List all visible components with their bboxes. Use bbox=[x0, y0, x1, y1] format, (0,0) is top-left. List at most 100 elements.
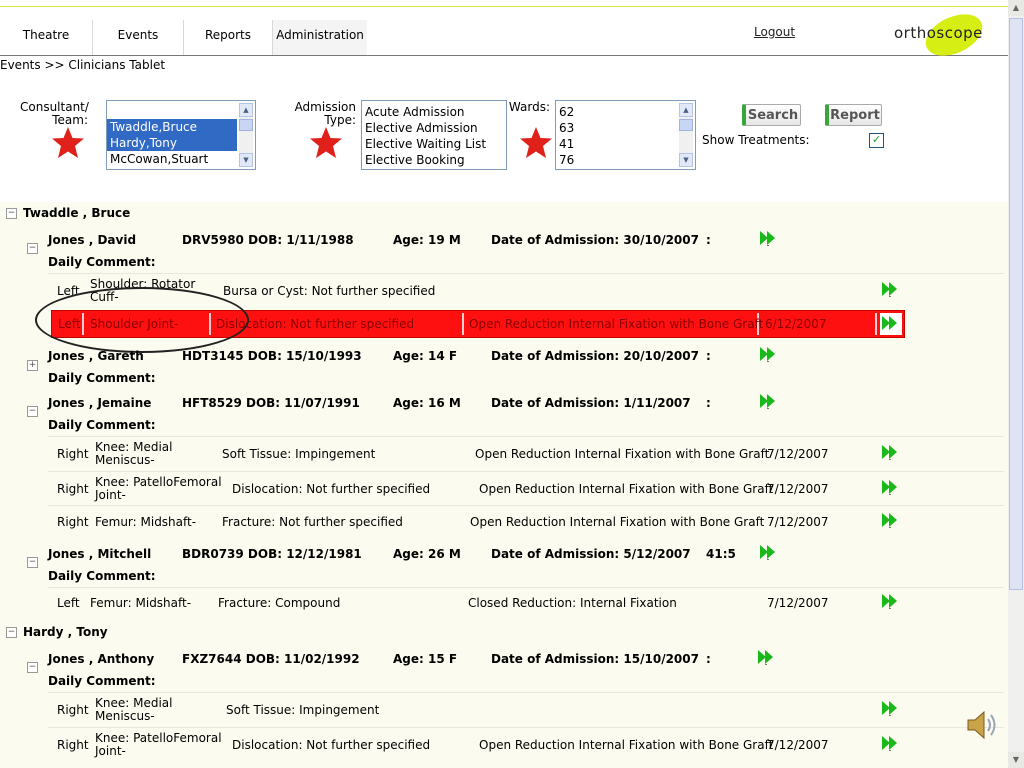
fast-forward-icon[interactable] bbox=[880, 478, 902, 496]
wards-listbox[interactable]: 62 63 41 76 ▲ ▼ bbox=[555, 100, 696, 170]
daily-comment-label: Daily Comment: bbox=[48, 569, 156, 583]
patient-name: Jones , David bbox=[48, 233, 137, 247]
collapse-icon[interactable]: − bbox=[27, 406, 38, 417]
consultant-option[interactable]: Twaddle,Bruce bbox=[107, 119, 237, 135]
scroll-up-icon[interactable]: ▲ bbox=[1008, 0, 1024, 16]
tab-administration[interactable]: Administration bbox=[273, 20, 367, 56]
treatment-diagnosis: Dislocation: Not further specified bbox=[232, 482, 431, 496]
treatment-procedure: Open Reduction Internal Fixation with Bo… bbox=[470, 515, 765, 529]
fast-forward-icon[interactable] bbox=[880, 592, 902, 610]
search-button[interactable]: Search bbox=[742, 104, 801, 126]
consultant-option[interactable] bbox=[107, 103, 255, 119]
logo-text: orthoscope bbox=[894, 24, 983, 42]
scroll-down-icon[interactable]: ▼ bbox=[1008, 752, 1024, 768]
admission-type-option[interactable]: Elective Admission bbox=[362, 120, 506, 136]
collapse-icon[interactable]: − bbox=[27, 557, 38, 568]
tab-theatre[interactable]: Theatre bbox=[0, 20, 93, 56]
patient-age: Age: 26 M bbox=[393, 547, 461, 561]
required-star-icon bbox=[310, 127, 342, 158]
patient-name: Jones , Anthony bbox=[48, 652, 155, 666]
speaker-icon[interactable] bbox=[964, 706, 1000, 744]
page-scrollbar[interactable]: ▲ ▼ bbox=[1008, 0, 1024, 768]
treatment-date: 6/12/2007 bbox=[765, 317, 827, 331]
consultant-label: Consultant/ Team: bbox=[20, 100, 89, 127]
treatment-procedure: Open Reduction Internal Fixation with Bo… bbox=[479, 738, 774, 752]
consultant-listbox[interactable]: Twaddle,Bruce Hardy,Tony McCowan,Stuart … bbox=[106, 100, 256, 170]
top-accent-line bbox=[0, 6, 1024, 7]
required-star-icon bbox=[520, 127, 552, 158]
patient-age: Age: 19 M bbox=[393, 233, 461, 247]
treatment-diagnosis: Bursa or Cyst: Not further specified bbox=[223, 284, 436, 298]
row-divider bbox=[48, 587, 1004, 588]
fast-forward-icon[interactable] bbox=[880, 314, 902, 332]
scroll-down-icon[interactable]: ▼ bbox=[239, 153, 253, 167]
collapse-icon[interactable]: − bbox=[27, 243, 38, 254]
annotation-oval bbox=[35, 287, 249, 353]
treatment-diagnosis: Fracture: Compound bbox=[218, 596, 341, 610]
treatment-procedure: Closed Reduction: Internal Fixation bbox=[468, 596, 677, 610]
admission-type-label: Admission Type: bbox=[294, 100, 356, 127]
scroll-up-icon[interactable]: ▲ bbox=[679, 103, 693, 117]
admission-type-listbox[interactable]: Acute Admission Elective Admission Elect… bbox=[361, 100, 507, 170]
required-star-icon bbox=[52, 127, 84, 158]
patient-admission-date: Date of Admission: 15/10/2007 bbox=[491, 652, 699, 666]
treatment-side: Right bbox=[57, 738, 89, 752]
fast-forward-icon[interactable] bbox=[880, 699, 902, 717]
show-treatments-checkbox[interactable]: ✓ bbox=[869, 133, 884, 148]
row-divider bbox=[48, 471, 1004, 472]
fast-forward-icon[interactable] bbox=[880, 280, 902, 298]
cell-separator bbox=[875, 313, 877, 335]
treatment-procedure: Open Reduction Internal Fixation with Bo… bbox=[475, 447, 770, 461]
collapse-icon[interactable]: − bbox=[27, 662, 38, 673]
scroll-thumb[interactable] bbox=[1009, 18, 1023, 590]
fast-forward-icon[interactable] bbox=[758, 392, 780, 410]
patient-id-dob: HDT3145 DOB: 15/10/1993 bbox=[182, 349, 362, 363]
fast-forward-icon[interactable] bbox=[758, 543, 780, 561]
consultant-group-header: Twaddle , Bruce bbox=[23, 206, 131, 220]
show-treatments-label: Show Treatments: bbox=[702, 133, 810, 147]
tab-events[interactable]: Events bbox=[93, 20, 184, 56]
fast-forward-icon[interactable] bbox=[756, 648, 778, 666]
treatment-procedure: Open Reduction Internal Fixation with Bo… bbox=[479, 482, 774, 496]
patient-admission-date: Date of Admission: 1/11/2007 bbox=[491, 396, 691, 410]
consultant-option[interactable]: Hardy,Tony bbox=[107, 135, 237, 151]
fast-forward-icon[interactable] bbox=[758, 345, 780, 363]
tab-reports[interactable]: Reports bbox=[184, 20, 273, 56]
admission-type-option[interactable]: Elective Waiting List bbox=[362, 136, 506, 152]
row-divider bbox=[48, 692, 1004, 693]
ward-option[interactable]: 63 bbox=[556, 120, 695, 136]
treatment-side: Right bbox=[57, 447, 89, 461]
treatment-date: 7/12/2007 bbox=[767, 738, 829, 752]
fast-forward-icon[interactable] bbox=[758, 229, 780, 247]
patient-age: Age: 14 F bbox=[393, 349, 458, 363]
treatment-diagnosis: Dislocation: Not further specified bbox=[232, 738, 431, 752]
scroll-thumb[interactable] bbox=[679, 119, 693, 131]
admission-type-option[interactable]: Acute Admission bbox=[362, 104, 506, 120]
fast-forward-icon[interactable] bbox=[880, 511, 902, 529]
logout-link[interactable]: Logout bbox=[754, 25, 795, 39]
report-button[interactable]: Report bbox=[825, 104, 882, 126]
wards-scrollbar[interactable]: ▲ ▼ bbox=[679, 103, 693, 167]
treatment-date: 7/12/2007 bbox=[767, 515, 829, 529]
scroll-thumb[interactable] bbox=[239, 119, 253, 131]
treatment-side: Right bbox=[57, 703, 89, 717]
ward-option[interactable]: 76 bbox=[556, 152, 695, 168]
collapse-icon[interactable]: − bbox=[6, 208, 17, 219]
scroll-up-icon[interactable]: ▲ bbox=[239, 103, 253, 117]
consultant-scrollbar[interactable]: ▲ ▼ bbox=[239, 103, 253, 167]
admission-type-option[interactable]: Elective Booking bbox=[362, 152, 506, 168]
consultant-option[interactable]: McCowan,Stuart bbox=[107, 151, 255, 167]
scroll-down-icon[interactable]: ▼ bbox=[679, 153, 693, 167]
collapse-icon[interactable]: − bbox=[6, 627, 17, 638]
treatment-site: Knee: PatelloFemoral Joint- bbox=[95, 731, 222, 758]
wards-label: Wards: bbox=[508, 100, 550, 114]
daily-comment-label: Daily Comment: bbox=[48, 674, 156, 688]
expand-icon[interactable]: + bbox=[27, 360, 38, 371]
treatment-site: Knee: Medial Meniscus- bbox=[95, 696, 173, 723]
ward-option[interactable]: 62 bbox=[556, 104, 695, 120]
fast-forward-icon[interactable] bbox=[880, 734, 902, 752]
fast-forward-icon[interactable] bbox=[880, 443, 902, 461]
patient-admission-date: Date of Admission: 30/10/2007 bbox=[491, 233, 699, 247]
ward-option[interactable]: 41 bbox=[556, 136, 695, 152]
treatment-diagnosis: Fracture: Not further specified bbox=[222, 515, 403, 529]
